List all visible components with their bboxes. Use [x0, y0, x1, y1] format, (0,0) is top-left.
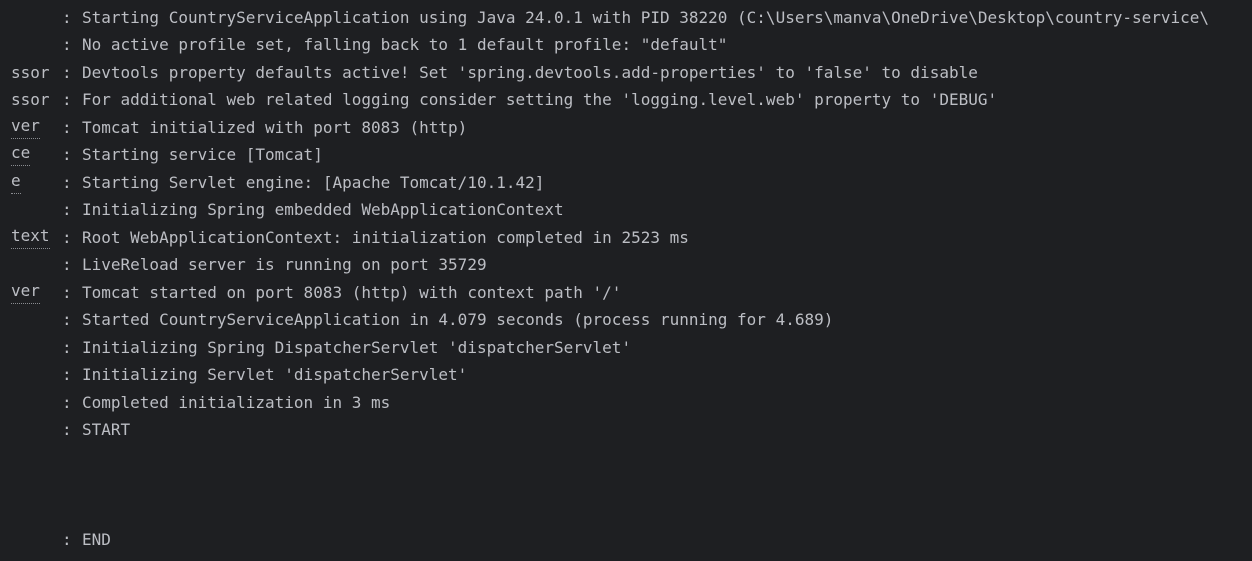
log-message: Root WebApplicationContext: initializati…	[82, 228, 689, 247]
log-message: START	[82, 420, 131, 439]
log-message: Tomcat started on port 8083 (http) with …	[82, 283, 622, 302]
log-line: : Initializing Servlet 'dispatcherServle…	[0, 361, 1252, 388]
log-separator: :	[62, 338, 72, 357]
log-message: Started CountryServiceApplication in 4.0…	[82, 310, 834, 329]
log-message: Initializing Servlet 'dispatcherServlet'	[82, 365, 468, 384]
log-separator: :	[62, 90, 72, 109]
run-console-output[interactable]: : Starting CountryServiceApplication usi…	[0, 0, 1252, 561]
log-message: Initializing Spring DispatcherServlet 'd…	[82, 338, 632, 357]
log-message: For additional web related logging consi…	[82, 90, 998, 109]
log-separator: :	[62, 365, 72, 384]
log-line: ver : Tomcat started on port 8083 (http)…	[0, 279, 1252, 306]
log-logger-name[interactable]: ce	[11, 142, 31, 166]
log-line: : START	[0, 416, 1252, 443]
log-message: LiveReload server is running on port 357…	[82, 255, 487, 274]
log-separator: :	[62, 200, 72, 219]
log-line: ssor : Devtools property defaults active…	[0, 59, 1252, 86]
log-logger-name[interactable]: e	[11, 170, 21, 194]
log-line: e : Starting Servlet engine: [Apache Tom…	[0, 169, 1252, 196]
log-message: Starting CountryServiceApplication using…	[82, 8, 1210, 27]
log-line: ce : Starting service [Tomcat]	[0, 141, 1252, 168]
log-message: Initializing Spring embedded WebApplicat…	[82, 200, 564, 219]
log-separator: :	[62, 228, 72, 247]
log-logger-name[interactable]: ver	[11, 115, 40, 139]
log-line: : Initializing Spring embedded WebApplic…	[0, 196, 1252, 223]
log-line: : No active profile set, falling back to…	[0, 31, 1252, 58]
log-separator: :	[62, 283, 72, 302]
log-logger-name[interactable]: ssor	[11, 86, 50, 113]
log-line: : Starting CountryServiceApplication usi…	[0, 4, 1252, 31]
log-logger-name[interactable]: text	[11, 225, 50, 249]
log-line: : LiveReload server is running on port 3…	[0, 251, 1252, 278]
log-line: ver : Tomcat initialized with port 8083 …	[0, 114, 1252, 141]
log-separator: :	[62, 393, 72, 412]
log-message: Starting Servlet engine: [Apache Tomcat/…	[82, 173, 545, 192]
log-separator: :	[62, 310, 72, 329]
log-separator: :	[62, 118, 72, 137]
log-separator: :	[62, 255, 72, 274]
log-message: Devtools property defaults active! Set '…	[82, 63, 978, 82]
log-separator: :	[62, 145, 72, 164]
log-separator: :	[62, 530, 72, 549]
log-separator: :	[62, 8, 72, 27]
log-line: : Initializing Spring DispatcherServlet …	[0, 334, 1252, 361]
log-line: ssor : For additional web related loggin…	[0, 86, 1252, 113]
log-separator: :	[62, 173, 72, 192]
log-message: Starting service [Tomcat]	[82, 145, 323, 164]
log-message: END	[82, 530, 111, 549]
log-message: No active profile set, falling back to 1…	[82, 35, 728, 54]
log-line: : Started CountryServiceApplication in 4…	[0, 306, 1252, 333]
log-message: Completed initialization in 3 ms	[82, 393, 391, 412]
log-message: Tomcat initialized with port 8083 (http)	[82, 118, 468, 137]
log-line: : Completed initialization in 3 ms	[0, 389, 1252, 416]
log-separator: :	[62, 420, 72, 439]
log-logger-name[interactable]: ssor	[11, 59, 50, 86]
log-logger-name[interactable]: ver	[11, 280, 40, 304]
log-line: text : Root WebApplicationContext: initi…	[0, 224, 1252, 251]
log-line: : END	[0, 526, 1252, 553]
log-separator: :	[62, 35, 72, 54]
log-separator: :	[62, 63, 72, 82]
